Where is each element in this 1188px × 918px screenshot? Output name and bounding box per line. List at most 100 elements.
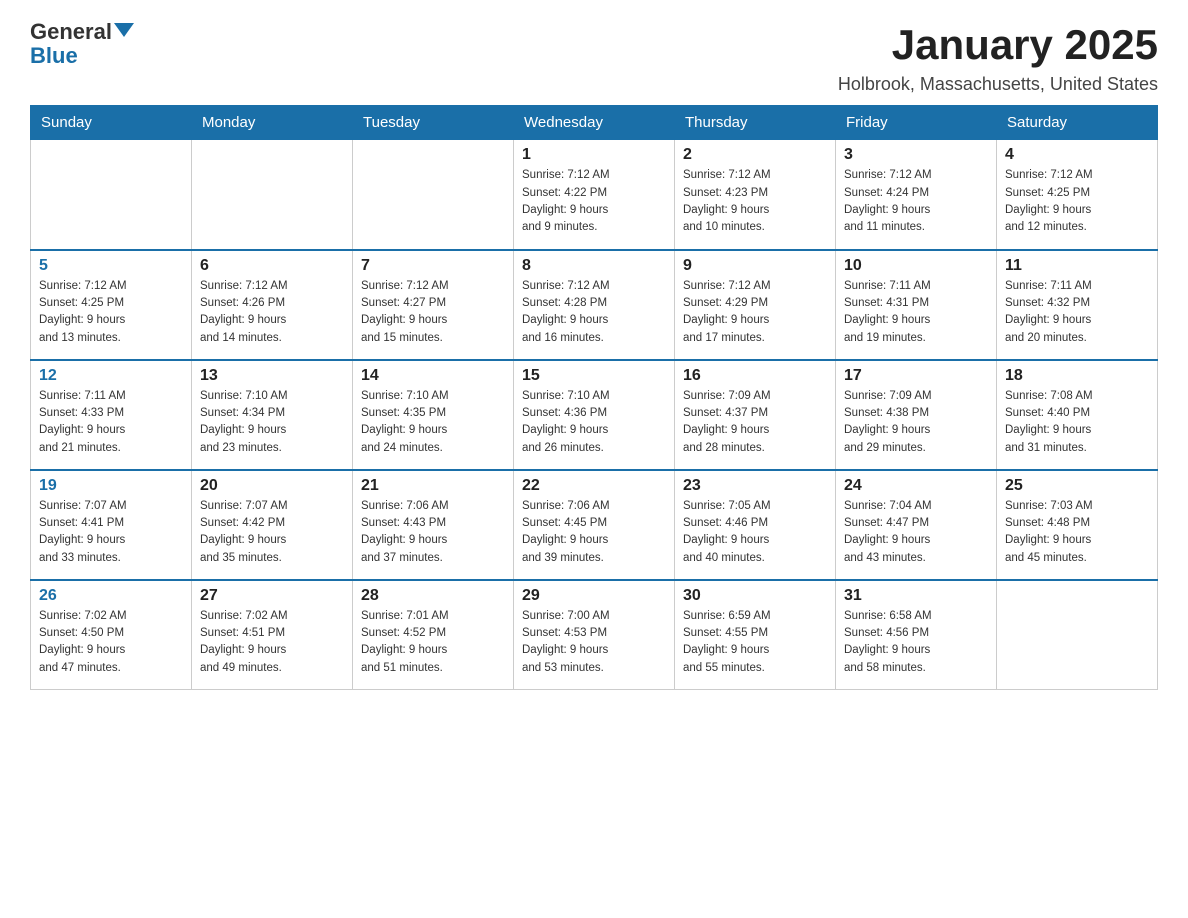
day-info: Sunrise: 7:12 AMSunset: 4:25 PMDaylight:… [1005,167,1149,236]
day-number: 16 [683,367,827,385]
calendar-cell: 19Sunrise: 7:07 AMSunset: 4:41 PMDayligh… [31,470,192,580]
weekday-header-monday: Monday [192,106,353,140]
day-number: 23 [683,477,827,495]
calendar-cell: 17Sunrise: 7:09 AMSunset: 4:38 PMDayligh… [836,360,997,470]
day-info: Sunrise: 7:07 AMSunset: 4:42 PMDaylight:… [200,498,344,567]
day-info: Sunrise: 7:11 AMSunset: 4:31 PMDaylight:… [844,278,988,347]
calendar-cell: 14 Sunrise: 7:10 AMSunset: 4:35 PMDayligh… [353,360,514,470]
day-number: 13 [200,367,344,385]
calendar-cell: 1 Sunrise: 7:12 AMSunset: 4:22 PMDaylight… [514,140,675,250]
day-info: Sunrise: 7:00 AMSunset: 4:53 PMDaylight:… [522,608,666,677]
weekday-header-thursday: Thursday [675,106,836,140]
day-info: Sunrise: 7:07 AMSunset: 4:41 PMDaylight:… [39,498,183,567]
location-title: Holbrook, Massachusetts, United States [838,74,1158,95]
calendar-cell: 30 Sunrise: 6:59 AMSunset: 4:55 PMDayligh… [675,580,836,690]
logo-general-text: General [30,19,112,44]
day-number: 14 [361,367,505,385]
day-info: Sunrise: 7:12 AMSunset: 4:23 PMDaylight:… [683,167,827,236]
day-number: 4 [1005,146,1149,164]
day-number: 27 [200,587,344,605]
calendar-cell: 27 Sunrise: 7:02 AMSunset: 4:51 PMDayligh… [192,580,353,690]
logo-triangle-icon [114,23,134,37]
day-number: 25 [1005,477,1149,495]
calendar-cell: 21Sunrise: 7:06 AMSunset: 4:43 PMDayligh… [353,470,514,580]
day-info: Sunrise: 7:12 AMSunset: 4:29 PMDaylight:… [683,278,827,347]
calendar-table: SundayMondayTuesdayWednesdayThursdayFrid… [30,105,1158,690]
calendar-cell: 23 Sunrise: 7:05 AMSunset: 4:46 PMDayligh… [675,470,836,580]
calendar-cell: 15 Sunrise: 7:10 AMSunset: 4:36 PMDayligh… [514,360,675,470]
day-info: Sunrise: 7:06 AMSunset: 4:45 PMDaylight:… [522,498,666,567]
day-info: Sunrise: 7:11 AMSunset: 4:32 PMDaylight:… [1005,278,1149,347]
day-info: Sunrise: 7:09 AMSunset: 4:37 PMDaylight:… [683,388,827,457]
calendar-cell [353,140,514,250]
calendar-cell: 29 Sunrise: 7:00 AMSunset: 4:53 PMDayligh… [514,580,675,690]
weekday-header-row: SundayMondayTuesdayWednesdayThursdayFrid… [31,106,1158,140]
calendar-cell: 22 Sunrise: 7:06 AMSunset: 4:45 PMDayligh… [514,470,675,580]
day-info: Sunrise: 7:10 AMSunset: 4:34 PMDaylight:… [200,388,344,457]
day-info: Sunrise: 7:12 AMSunset: 4:22 PMDaylight:… [522,167,666,236]
calendar-cell: 13 Sunrise: 7:10 AMSunset: 4:34 PMDayligh… [192,360,353,470]
day-info: Sunrise: 7:10 AMSunset: 4:36 PMDaylight:… [522,388,666,457]
day-number: 17 [844,367,988,385]
day-info: Sunrise: 7:10 AMSunset: 4:35 PMDaylight:… [361,388,505,457]
day-number: 5 [39,257,183,275]
calendar-week-row: 1 Sunrise: 7:12 AMSunset: 4:22 PMDaylight… [31,140,1158,250]
day-number: 28 [361,587,505,605]
day-number: 15 [522,367,666,385]
calendar-week-row: 19Sunrise: 7:07 AMSunset: 4:41 PMDayligh… [31,470,1158,580]
day-info: Sunrise: 7:08 AMSunset: 4:40 PMDaylight:… [1005,388,1149,457]
calendar-cell: 9 Sunrise: 7:12 AMSunset: 4:29 PMDaylight… [675,250,836,360]
day-info: Sunrise: 7:04 AMSunset: 4:47 PMDaylight:… [844,498,988,567]
calendar-week-row: 26 Sunrise: 7:02 AMSunset: 4:50 PMDayligh… [31,580,1158,690]
calendar-cell [192,140,353,250]
calendar-cell: 2Sunrise: 7:12 AMSunset: 4:23 PMDaylight… [675,140,836,250]
calendar-week-row: 12Sunrise: 7:11 AMSunset: 4:33 PMDayligh… [31,360,1158,470]
day-info: Sunrise: 7:03 AMSunset: 4:48 PMDaylight:… [1005,498,1149,567]
day-info: Sunrise: 7:01 AMSunset: 4:52 PMDaylight:… [361,608,505,677]
day-number: 7 [361,257,505,275]
day-number: 9 [683,257,827,275]
calendar-cell: 11 Sunrise: 7:11 AMSunset: 4:32 PMDayligh… [997,250,1158,360]
day-number: 1 [522,146,666,164]
day-info: Sunrise: 7:12 AMSunset: 4:24 PMDaylight:… [844,167,988,236]
day-info: Sunrise: 7:06 AMSunset: 4:43 PMDaylight:… [361,498,505,567]
calendar-cell: 12Sunrise: 7:11 AMSunset: 4:33 PMDayligh… [31,360,192,470]
day-number: 22 [522,477,666,495]
calendar-cell [997,580,1158,690]
day-number: 18 [1005,367,1149,385]
day-number: 30 [683,587,827,605]
title-block: January 2025 Holbrook, Massachusetts, Un… [838,20,1158,95]
calendar-cell: 10Sunrise: 7:11 AMSunset: 4:31 PMDayligh… [836,250,997,360]
day-info: Sunrise: 7:02 AMSunset: 4:51 PMDaylight:… [200,608,344,677]
day-info: Sunrise: 7:05 AMSunset: 4:46 PMDaylight:… [683,498,827,567]
day-number: 29 [522,587,666,605]
weekday-header-wednesday: Wednesday [514,106,675,140]
day-number: 11 [1005,257,1149,275]
day-info: Sunrise: 7:12 AMSunset: 4:28 PMDaylight:… [522,278,666,347]
logo-blue-text: Blue [30,44,78,68]
month-title: January 2025 [838,20,1158,70]
day-info: Sunrise: 6:58 AMSunset: 4:56 PMDaylight:… [844,608,988,677]
day-info: Sunrise: 7:02 AMSunset: 4:50 PMDaylight:… [39,608,183,677]
calendar-week-row: 5Sunrise: 7:12 AMSunset: 4:25 PMDaylight… [31,250,1158,360]
calendar-cell [31,140,192,250]
calendar-cell: 6 Sunrise: 7:12 AMSunset: 4:26 PMDaylight… [192,250,353,360]
day-number: 20 [200,477,344,495]
day-number: 8 [522,257,666,275]
calendar-cell: 3 Sunrise: 7:12 AMSunset: 4:24 PMDaylight… [836,140,997,250]
weekday-header-sunday: Sunday [31,106,192,140]
calendar-cell: 31Sunrise: 6:58 AMSunset: 4:56 PMDayligh… [836,580,997,690]
calendar-cell: 24Sunrise: 7:04 AMSunset: 4:47 PMDayligh… [836,470,997,580]
calendar-cell: 28 Sunrise: 7:01 AMSunset: 4:52 PMDayligh… [353,580,514,690]
weekday-header-saturday: Saturday [997,106,1158,140]
logo: General Blue [30,20,134,68]
weekday-header-tuesday: Tuesday [353,106,514,140]
day-info: Sunrise: 7:12 AMSunset: 4:26 PMDaylight:… [200,278,344,347]
calendar-cell: 26 Sunrise: 7:02 AMSunset: 4:50 PMDayligh… [31,580,192,690]
calendar-cell: 16 Sunrise: 7:09 AMSunset: 4:37 PMDayligh… [675,360,836,470]
day-number: 26 [39,587,183,605]
day-number: 6 [200,257,344,275]
day-number: 3 [844,146,988,164]
calendar-cell: 4 Sunrise: 7:12 AMSunset: 4:25 PMDaylight… [997,140,1158,250]
day-info: Sunrise: 6:59 AMSunset: 4:55 PMDaylight:… [683,608,827,677]
